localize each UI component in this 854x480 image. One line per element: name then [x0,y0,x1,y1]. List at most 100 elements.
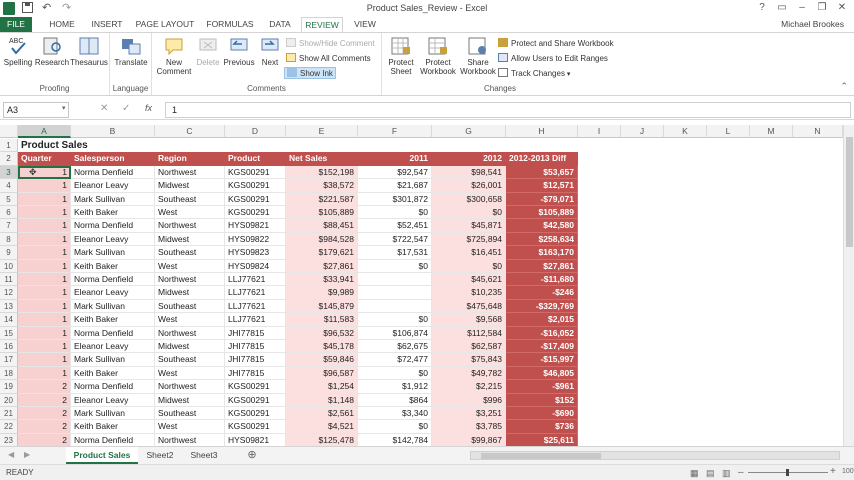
data-cell[interactable]: $4,521 [286,420,358,434]
new-comment-button[interactable]: New Comment [154,36,194,76]
cancel-formula-icon[interactable]: ✕ [100,103,108,114]
data-cell[interactable]: Northwest [155,380,225,394]
data-cell[interactable]: 1 [18,259,71,273]
data-cell[interactable]: Mark Sullivan [71,246,155,260]
help-icon[interactable]: ? [752,0,772,15]
data-cell[interactable]: 1 [18,192,71,206]
data-cell[interactable]: $2,015 [506,313,578,327]
data-cell[interactable]: $38,572 [286,179,358,193]
zoom-level[interactable]: 100% [842,468,854,475]
data-cell[interactable]: $2,561 [286,407,358,421]
data-cell[interactable]: $1,912 [358,380,432,394]
data-cell[interactable]: $725,894 [432,232,506,247]
zoom-in-icon[interactable]: + [830,466,836,477]
column-header[interactable]: N [793,125,843,138]
header-cell[interactable]: 2012-2013 Diff [506,152,578,166]
row-header[interactable]: 15 [0,326,18,340]
data-cell[interactable]: Northwest [155,326,225,340]
data-cell[interactable]: LLJ77621 [225,273,286,287]
data-cell[interactable]: $0 [358,420,432,434]
column-header[interactable]: K [664,125,707,138]
data-cell[interactable]: HYS09821 [225,219,286,233]
data-cell[interactable]: Southeast [155,299,225,314]
data-cell[interactable]: $9,568 [432,313,506,327]
data-cell[interactable]: $12,571 [506,179,578,193]
collapse-ribbon-icon[interactable]: ⌃ [840,81,848,92]
data-cell[interactable]: $112,584 [432,326,506,340]
data-cell[interactable]: West [155,206,225,220]
data-cell[interactable] [358,286,432,300]
data-cell[interactable]: -$17,409 [506,340,578,354]
data-cell[interactable]: $99,867 [432,433,506,446]
data-cell[interactable]: 1 [18,366,71,381]
data-cell[interactable]: KGS00291 [225,179,286,193]
data-cell[interactable]: $0 [358,366,432,381]
data-cell[interactable]: $142,784 [358,433,432,446]
data-cell[interactable]: $475,648 [432,299,506,314]
data-cell[interactable]: 1 [18,219,71,233]
row-header[interactable]: 2 [0,152,18,166]
data-cell[interactable]: -$246 [506,286,578,300]
tab-view[interactable]: VIEW [350,17,380,32]
data-cell[interactable]: LLJ77621 [225,313,286,327]
data-cell[interactable]: Norma Denfield [71,380,155,394]
row-header[interactable]: 11 [0,273,18,287]
vertical-scrollbar[interactable] [843,125,854,446]
column-header[interactable]: M [750,125,793,138]
column-header[interactable]: F [358,125,432,138]
insert-function-icon[interactable]: fx [145,103,152,113]
data-cell[interactable]: Mark Sullivan [71,299,155,314]
next-sheet-icon[interactable]: ▶ [24,450,30,459]
delete-comment-button[interactable]: Delete [194,36,222,67]
data-cell[interactable]: Northwest [155,273,225,287]
data-cell[interactable]: Southeast [155,246,225,260]
data-cell[interactable]: $0 [358,313,432,327]
data-cell[interactable]: $0 [432,259,506,273]
close-icon[interactable]: ✕ [832,0,852,15]
share-workbook-button[interactable]: Share Workbook [458,36,498,76]
data-cell[interactable]: 1 [18,299,71,314]
data-cell[interactable]: $16,451 [432,246,506,260]
zoom-slider-handle[interactable] [786,469,789,476]
data-cell[interactable]: -$79,071 [506,192,578,206]
data-cell[interactable]: $33,941 [286,273,358,287]
data-cell[interactable]: $27,861 [286,259,358,273]
page-break-view-icon[interactable]: ▥ [722,468,731,479]
data-cell[interactable]: $163,170 [506,246,578,260]
data-cell[interactable]: $0 [358,206,432,220]
column-header[interactable]: H [506,125,578,138]
research-button[interactable]: Research [34,36,70,67]
data-cell[interactable]: West [155,366,225,381]
data-cell[interactable]: Mark Sullivan [71,407,155,421]
header-cell[interactable]: Product [225,152,286,166]
data-cell[interactable]: $125,478 [286,433,358,446]
data-cell[interactable]: $984,528 [286,232,358,247]
active-cell[interactable]: 1 [18,165,71,180]
row-header[interactable]: 14 [0,313,18,327]
data-cell[interactable]: $52,451 [358,219,432,233]
row-header[interactable]: 21 [0,407,18,421]
restore-icon[interactable]: ❐ [812,0,832,15]
enter-formula-icon[interactable]: ✓ [122,103,130,114]
column-header[interactable]: E [286,125,358,138]
column-header[interactable]: G [432,125,506,138]
data-cell[interactable]: Midwest [155,179,225,193]
data-cell[interactable]: $72,477 [358,353,432,367]
new-sheet-icon[interactable]: ⊕ [244,447,260,464]
zoom-out-icon[interactable]: – [738,467,744,478]
column-header[interactable]: L [707,125,750,138]
data-cell[interactable]: $45,621 [432,273,506,287]
row-header[interactable]: 6 [0,206,18,220]
protect-workbook-button[interactable]: Protect Workbook [418,36,458,76]
tab-data[interactable]: DATA [264,17,296,32]
data-cell[interactable]: $3,785 [432,420,506,434]
data-cell[interactable]: Southeast [155,353,225,367]
data-cell[interactable]: Keith Baker [71,420,155,434]
data-cell[interactable]: Midwest [155,232,225,247]
data-cell[interactable]: JHI77815 [225,366,286,381]
data-cell[interactable]: -$11,680 [506,273,578,287]
data-cell[interactable]: Eleanor Leavy [71,232,155,247]
row-header[interactable]: 12 [0,286,18,300]
data-cell[interactable]: $105,889 [286,206,358,220]
row-header[interactable]: 5 [0,192,18,206]
